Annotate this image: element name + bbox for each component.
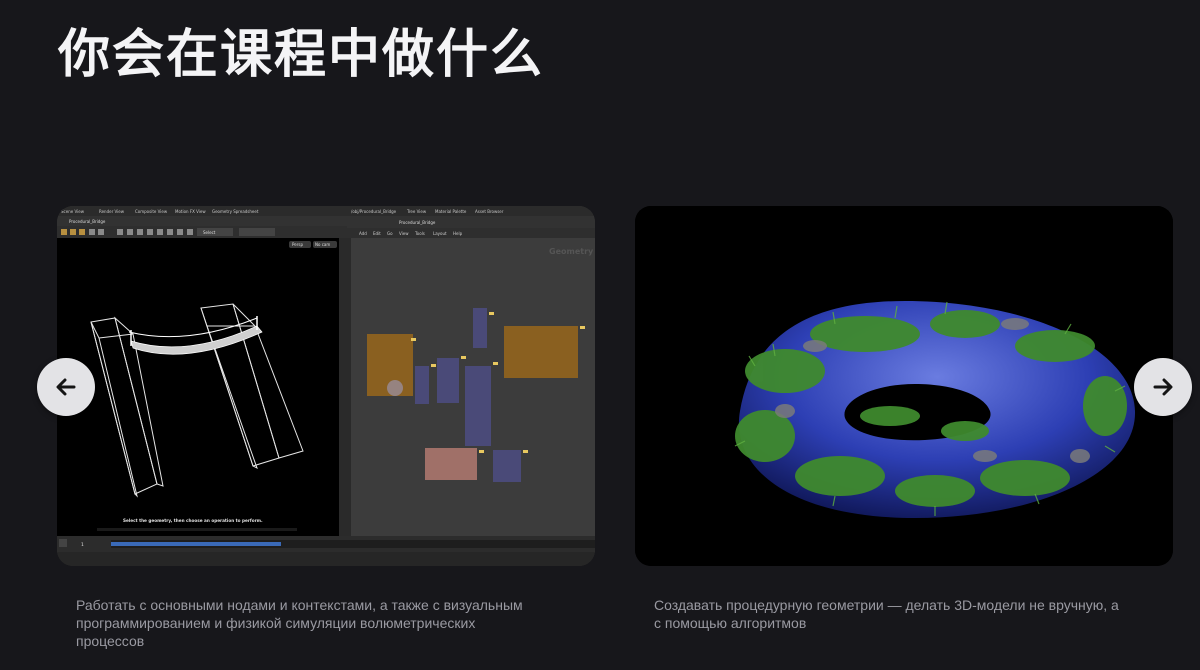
tab-composite-view[interactable]: Composite View <box>135 209 168 214</box>
slide-caption-2: Создавать процедурную геометрии — делать… <box>654 597 1119 631</box>
slide-image-torus <box>635 206 1173 566</box>
path-left: Procedural_Bridge <box>69 219 106 224</box>
path-right: Procedural_Bridge <box>399 220 436 225</box>
timeline-frame[interactable]: 1 <box>81 542 84 548</box>
arrow-left-icon <box>56 378 76 396</box>
selector-mode[interactable]: Select <box>203 230 216 235</box>
network-label: Geometry <box>549 247 594 256</box>
tab-motion-fx-view[interactable]: Motion FX View <box>175 209 206 214</box>
viewport-persp[interactable]: Persp <box>292 242 303 247</box>
play-button[interactable] <box>59 539 67 547</box>
slide-caption-1: Работать с основными нодами и контекстам… <box>76 597 523 649</box>
tab-geometry-spreadsheet[interactable]: Geometry Spreadsheet <box>212 209 259 214</box>
tab-tree-view[interactable]: Tree View <box>406 209 427 214</box>
tab-render-view[interactable]: Render View <box>99 209 125 214</box>
slide-image-houdini: Scene View Render View Composite View Mo… <box>57 206 595 566</box>
menu-edit[interactable]: Edit <box>373 231 381 236</box>
viewport-status: Select the geometry, then choose an oper… <box>123 518 263 523</box>
carousel-next-button[interactable] <box>1134 358 1192 416</box>
menu-tools[interactable]: Tools <box>414 231 425 236</box>
menu-layout[interactable]: Layout <box>433 231 447 236</box>
houdini-screenshot: Scene View Render View Composite View Mo… <box>57 206 595 566</box>
arrow-right-icon <box>1153 378 1173 396</box>
timeline-range[interactable] <box>111 542 281 546</box>
menu-add[interactable]: Add <box>359 231 367 236</box>
tool-strip <box>339 238 351 536</box>
viewport-camera[interactable]: No cam <box>315 242 330 247</box>
tab-scene-view[interactable]: Scene View <box>61 209 85 214</box>
torus-render <box>635 206 1173 566</box>
menu-view[interactable]: View <box>399 231 409 236</box>
carousel-prev-button[interactable] <box>37 358 95 416</box>
tab-material-palette[interactable]: Material Palette <box>435 209 467 214</box>
menu-help[interactable]: Help <box>453 231 463 236</box>
tab-asset-browser[interactable]: Asset Browser <box>475 209 504 214</box>
tab-network[interactable]: /obj/Procedural_Bridge <box>351 209 397 214</box>
page-title: 你会在课程中做什么 <box>58 25 545 85</box>
menu-go[interactable]: Go <box>387 231 393 236</box>
